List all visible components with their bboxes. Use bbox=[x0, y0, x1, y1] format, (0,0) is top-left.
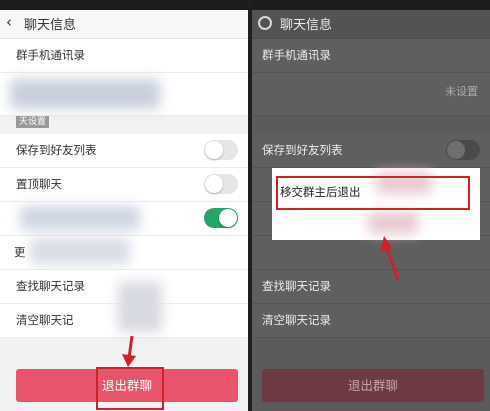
blur-mosaic bbox=[30, 238, 130, 264]
page-title: 聊天信息 bbox=[24, 18, 77, 33]
save-to-contacts-label: 保存到好友列表 bbox=[262, 143, 343, 157]
blur-mosaic bbox=[118, 282, 162, 332]
more-row-partial-label: 更 bbox=[14, 245, 26, 259]
blurred-toggle-row[interactable] bbox=[0, 202, 248, 236]
save-to-contacts-row[interactable]: 保存到好友列表 bbox=[252, 134, 490, 168]
save-to-contacts-label: 保存到好友列表 bbox=[16, 143, 97, 157]
exit-group-label: 退出群聊 bbox=[347, 378, 398, 393]
toggle-knob bbox=[205, 141, 223, 159]
clear-history-label: 清空聊天记 bbox=[16, 313, 74, 327]
option-highlight bbox=[276, 176, 470, 210]
search-history-row[interactable]: 查找聊天记录 bbox=[252, 270, 490, 304]
red-arrow-icon bbox=[122, 335, 136, 367]
group-contacts-label: 群手机通讯录 bbox=[16, 48, 85, 62]
group-contacts-row[interactable]: 群手机通讯录 bbox=[0, 39, 248, 73]
app-logo-icon bbox=[258, 16, 272, 30]
toggle-knob bbox=[205, 175, 223, 193]
toggle-knob bbox=[219, 209, 237, 227]
pin-chat-toggle[interactable] bbox=[204, 174, 238, 194]
save-to-contacts-toggle[interactable] bbox=[446, 140, 480, 160]
group-contacts-label: 群手机通讯录 bbox=[262, 48, 331, 62]
pin-chat-label: 置顶聊天 bbox=[16, 177, 62, 191]
left-screen: ‹ 聊天信息 群手机通讯录 天设置 保存到好友列表 置顶聊天 更 查找聊天记录 … bbox=[0, 0, 248, 411]
section-tag: 天设置 bbox=[16, 116, 50, 128]
group-nickname-row[interactable]: 未设置 bbox=[252, 73, 490, 116]
status-bar bbox=[252, 0, 490, 10]
blur-mosaic bbox=[20, 206, 140, 230]
clear-history-row[interactable]: 清空聊天记 bbox=[0, 282, 248, 338]
page-title: 聊天信息 bbox=[280, 18, 333, 33]
blur-mosaic bbox=[10, 79, 160, 109]
clear-history-label: 清空聊天记录 bbox=[262, 313, 331, 327]
exit-group-button[interactable]: 退出群聊 bbox=[262, 369, 484, 402]
right-screen: 聊天信息 群手机通讯录 未设置 保存到好友列表 查找聊天记录 清空聊天记录 移交… bbox=[252, 0, 490, 411]
search-history-label: 查找聊天记录 bbox=[16, 279, 85, 293]
clear-history-row[interactable]: 清空聊天记录 bbox=[252, 304, 490, 338]
third-toggle[interactable] bbox=[204, 208, 238, 228]
exit-button-highlight bbox=[96, 367, 164, 410]
red-arrow-icon bbox=[380, 236, 400, 281]
blur-mosaic bbox=[368, 212, 418, 234]
chat-info-header: ‹ 聊天信息 bbox=[0, 10, 248, 39]
back-chevron-icon[interactable]: ‹ bbox=[6, 13, 12, 31]
toggle-knob bbox=[447, 141, 465, 159]
blurred-row[interactable] bbox=[0, 73, 248, 116]
dimmed-row bbox=[252, 236, 490, 270]
pin-chat-row[interactable]: 置顶聊天 bbox=[0, 168, 248, 202]
group-contacts-row[interactable]: 群手机通讯录 bbox=[252, 39, 490, 73]
search-history-label: 查找聊天记录 bbox=[262, 279, 331, 293]
not-set-label: 未设置 bbox=[445, 85, 478, 98]
save-to-contacts-toggle[interactable] bbox=[204, 140, 238, 160]
chat-info-header: 聊天信息 bbox=[252, 10, 490, 39]
more-row[interactable]: 更 bbox=[0, 236, 248, 270]
save-to-contacts-row[interactable]: 保存到好友列表 bbox=[0, 134, 248, 168]
status-bar bbox=[0, 0, 248, 10]
